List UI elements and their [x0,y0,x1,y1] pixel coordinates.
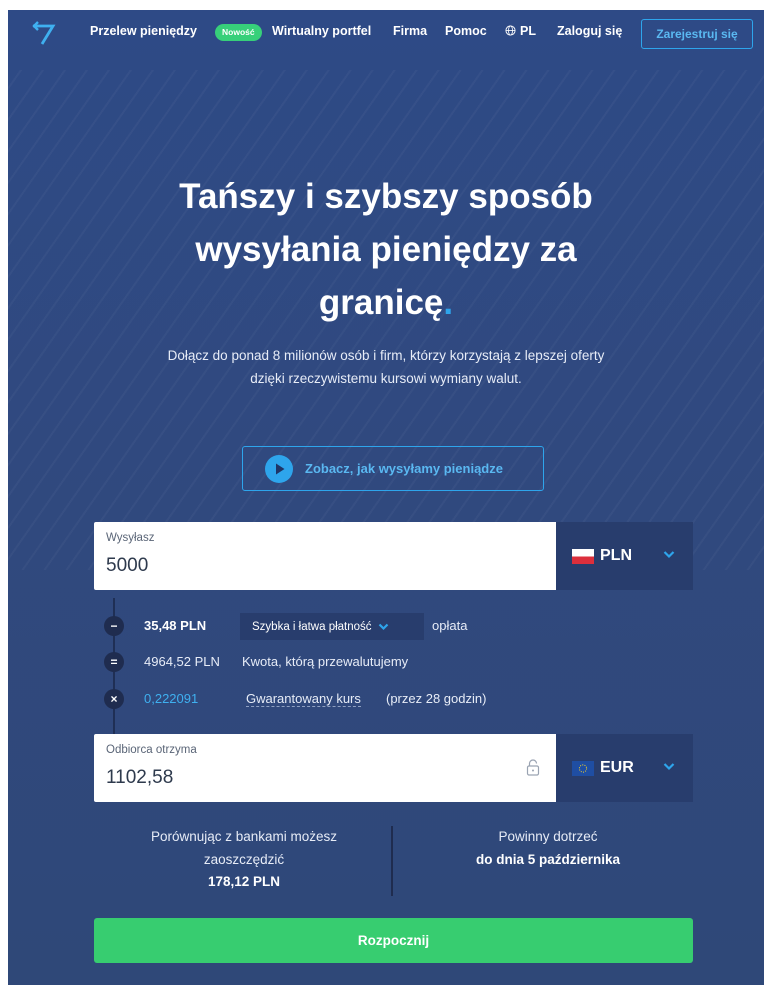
send-currency-select[interactable]: PLN [556,522,693,590]
eu-flag-icon [572,760,594,776]
equals-step-icon: = [104,652,124,672]
nav-business[interactable]: Firma [393,24,427,38]
savings-line-2: zaoszczędzić [203,851,285,867]
signup-button[interactable]: Zarejestruj się [641,19,753,49]
payment-method-label: Szybka i łatwa płatność [252,620,372,633]
new-badge: Nowość [215,24,262,41]
receive-amount-label: Odbiorca otrzyma [106,744,197,756]
hero-title-line-2: wysyłania pieniędzy za [195,230,577,269]
summary-divider [391,826,393,896]
nav-login[interactable]: Zaloguj się [557,24,622,38]
hero-title-line-3: granicę [318,283,444,322]
lock-icon[interactable] [526,758,540,776]
language-label: PL [520,24,536,38]
hero-subtitle: Dołącz do ponad 8 milionów osób i firm, … [167,348,605,386]
exchange-rate: 0,222091 [144,691,199,706]
receive-currency-code: EUR [600,759,634,776]
arrival-info: Powinny dotrzeć do dnia 5 października [403,826,693,871]
start-button[interactable]: Rozpocznij [94,918,693,963]
times-step-icon: × [104,689,124,709]
nav-wallet[interactable]: Wirtualny portfel [272,24,371,38]
video-button-label: Zobacz, jak wysyłamy pieniądze [305,461,503,476]
converted-text: Kwota, którą przewalutujemy [242,654,409,669]
nav-send-money[interactable]: Przelew pieniędzy [90,24,197,38]
send-amount-input[interactable]: 5000 [106,555,148,577]
hero-title-line-1: Tańszy i szybszy sposób [179,177,593,216]
converted-amount: 4964,52 PLN [144,654,220,669]
savings-line-1: Porównując z bankami możesz [150,829,338,844]
chevron-down-icon [663,551,675,559]
play-icon [265,454,293,483]
fee-amount: 35,48 PLN [144,618,207,633]
minus-step-icon: − [104,616,124,636]
video-button[interactable]: Zobacz, jak wysyłamy pieniądze [242,446,544,491]
hero-title-dot: . [443,283,454,322]
chevron-down-icon [663,763,675,771]
globe-icon [505,25,516,36]
savings-info: Porównując z bankami możesz zaoszczędzić… [94,826,394,894]
receive-amount-input[interactable]: 1102,58 [106,767,173,789]
nav-help[interactable]: Pomoc [445,24,487,38]
hero-title: Tańszy i szybszy sposób wysyłania pienię… [108,170,664,329]
receive-currency-select[interactable]: EUR [556,734,693,802]
page-background: Przelew pieniędzy Nowość Wirtualny portf… [8,10,764,985]
savings-amount: 178,12 PLN [207,874,281,889]
poland-flag-icon [572,548,594,564]
arrival-date: do dnia 5 października [475,851,621,867]
guaranteed-rate-link[interactable]: Gwarantowany kurs [246,691,361,707]
send-amount-label: Wysyłasz [106,532,155,544]
payment-method-dropdown[interactable]: Szybka i łatwa płatność [240,613,424,640]
chevron-down-icon [378,623,388,630]
arrival-line-1: Powinny dotrzeć [498,829,598,844]
top-nav: Przelew pieniędzy Nowość Wirtualny portf… [8,10,764,56]
receive-amount-field[interactable]: Odbiorca otrzyma 1102,58 [94,734,556,802]
fee-suffix: opłata [432,618,468,633]
transferwise-logo-icon[interactable] [30,20,56,46]
send-currency-code: PLN [600,547,632,564]
nav-language[interactable]: PL [505,24,536,38]
send-amount-field[interactable]: Wysyłasz 5000 [94,522,556,590]
rate-duration-note: (przez 28 godzin) [386,691,487,706]
